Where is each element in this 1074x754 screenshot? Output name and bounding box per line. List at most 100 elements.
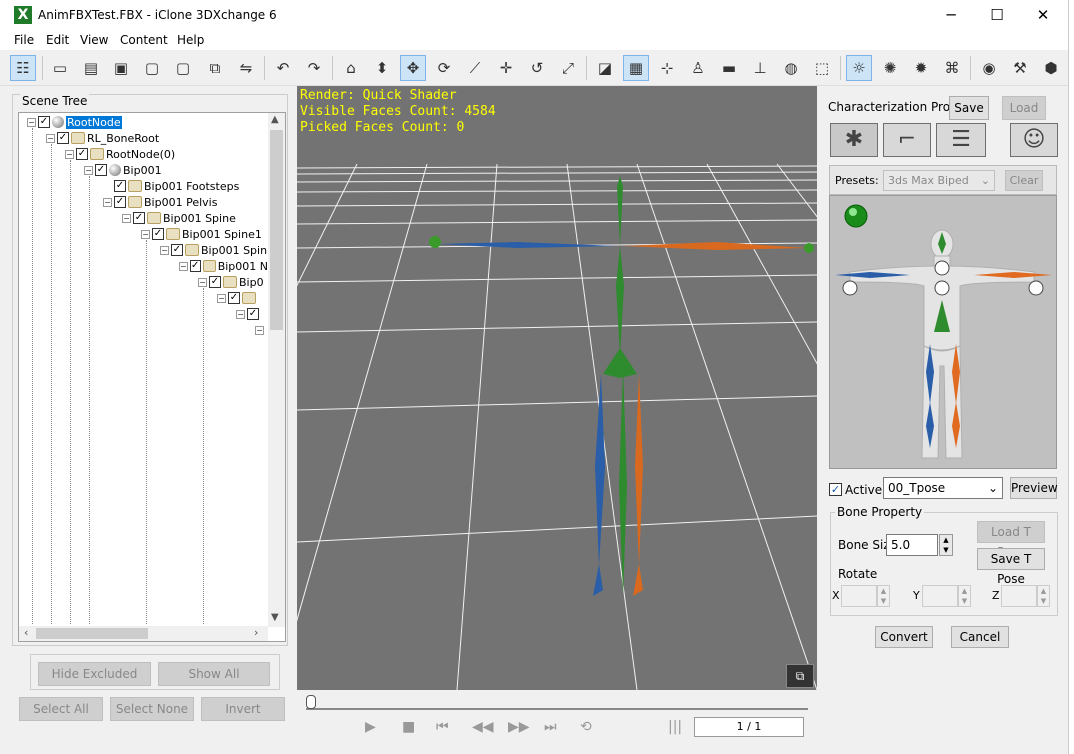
profile-load-button[interactable]: Load	[1002, 96, 1046, 120]
collapse-toggle[interactable]: −	[65, 149, 74, 159]
checkbox[interactable]: ✓	[171, 244, 183, 256]
light-icon[interactable]: ☼	[846, 55, 872, 81]
rotate-z-stepper[interactable]: ▲ ▼	[1037, 585, 1050, 607]
package-icon[interactable]: ⬢	[1038, 55, 1064, 81]
tree-node[interactable]: − ✓ Bip001 Spine1	[141, 226, 262, 242]
load-t-pose-button[interactable]: Load T Pose	[977, 521, 1045, 559]
open-folder-icon[interactable]: ▭	[47, 55, 73, 81]
collapse-toggle[interactable]: −	[141, 229, 150, 239]
rotate-icon[interactable]: ⟳	[431, 55, 457, 81]
sphere-icon[interactable]: ◍	[778, 55, 804, 81]
preview-button[interactable]: Preview	[1010, 477, 1058, 499]
collapse-toggle[interactable]: −	[46, 133, 55, 143]
scroll-down-icon[interactable]: ▼	[271, 612, 279, 623]
collapse-toggle[interactable]: −	[84, 165, 93, 175]
tree-node[interactable]: − ✓ Bip001 N	[179, 258, 268, 274]
checkbox[interactable]: ✓	[189, 260, 201, 272]
scale-icon[interactable]: ⤢	[555, 55, 581, 81]
face-icon[interactable]: ☺	[1010, 123, 1058, 157]
hide-excluded-button[interactable]: Hide Excluded	[38, 662, 151, 686]
rotate-y-stepper[interactable]: ▲ ▼	[958, 585, 971, 607]
select-none-button[interactable]: Select None	[110, 697, 194, 721]
foot-icon[interactable]: ⌐	[883, 123, 931, 157]
collapse-toggle[interactable]: −	[217, 293, 226, 303]
checkbox[interactable]: ✓	[57, 132, 69, 144]
biped-icon[interactable]: ✱	[830, 123, 878, 157]
scroll-left-icon[interactable]: ‹	[24, 626, 28, 639]
tree-node[interactable]: − ✓ Bip001 Spin	[160, 242, 268, 258]
tree-node[interactable]: − ✓ Bip0	[198, 274, 268, 290]
tree-node[interactable]: − ✓	[217, 290, 268, 306]
menu-file[interactable]: File	[14, 33, 34, 47]
sun-icon[interactable]: ✺	[877, 55, 903, 81]
checkbox[interactable]: ✓	[95, 164, 107, 176]
profile-save-button[interactable]: Save	[949, 96, 989, 120]
move-icon[interactable]: ✥	[400, 55, 426, 81]
close-button[interactable]: ✕	[1020, 0, 1066, 30]
show-all-button[interactable]: Show All	[158, 662, 270, 686]
bvh-icon[interactable]: ▢	[139, 55, 165, 81]
bone-size-stepper[interactable]: ▲ ▼	[939, 534, 953, 556]
timeline-track[interactable]	[306, 698, 808, 710]
maximize-button[interactable]: ☐	[974, 0, 1020, 30]
wireframe-icon[interactable]: ◪	[592, 55, 618, 81]
checkbox[interactable]: ✓	[114, 196, 126, 208]
checkbox[interactable]: ✓	[209, 276, 221, 288]
bone-icon[interactable]: ⟋	[462, 55, 488, 81]
scroll-right-icon[interactable]: ›	[254, 626, 258, 639]
tree-node[interactable]: − ✓ RootNode	[27, 114, 122, 130]
loop-icon[interactable]: ⟲	[580, 719, 592, 735]
checkbox[interactable]: ✓	[76, 148, 88, 160]
tree-node[interactable]: − ✓ Bip001 Pelvis	[103, 194, 217, 210]
ground-icon[interactable]: ⊥	[747, 55, 773, 81]
menu-content[interactable]: Content	[120, 33, 168, 47]
pan-icon[interactable]: ✛	[493, 55, 519, 81]
collapse-toggle[interactable]: −	[198, 277, 207, 287]
move-down-icon[interactable]: ⬍	[369, 55, 395, 81]
body-mapping-view[interactable]	[829, 195, 1057, 469]
frame-counter[interactable]: 1 / 1	[694, 717, 804, 737]
fbx-icon[interactable]: ▣	[108, 55, 134, 81]
scrollbar-thumb[interactable]	[36, 628, 148, 639]
checkbox[interactable]: ✓	[133, 212, 145, 224]
tree-view-icon[interactable]: ☷	[10, 55, 36, 81]
cancel-button[interactable]: Cancel	[951, 626, 1009, 648]
active-checkbox[interactable]: ✓	[829, 483, 842, 496]
museum-icon[interactable]: ⌘	[939, 55, 965, 81]
tree-node[interactable]: ✓ Bip001 Footsteps	[114, 178, 239, 194]
scroll-up-icon[interactable]: ▲	[271, 114, 279, 125]
collapse-toggle[interactable]: −	[255, 325, 264, 335]
menu-edit[interactable]: Edit	[46, 33, 69, 47]
fit-icon[interactable]: ⬚	[809, 55, 835, 81]
presets-select[interactable]: 3ds Max Biped ⌄	[883, 170, 995, 191]
rotate-y-input[interactable]	[922, 585, 958, 607]
play-icon[interactable]: ▶	[365, 719, 376, 735]
wrench-icon[interactable]: ⚒	[1007, 55, 1033, 81]
globe-icon[interactable]: ◉	[976, 55, 1002, 81]
grid-icon[interactable]: ▦	[623, 55, 649, 81]
rotate-z-input[interactable]	[1001, 585, 1037, 607]
checkbox[interactable]: ✓	[247, 308, 259, 320]
obj-icon[interactable]: ▢	[170, 55, 196, 81]
brightness-icon[interactable]: ✹	[908, 55, 934, 81]
tree-node[interactable]: − ✓ RootNode(0)	[65, 146, 175, 162]
3d-viewport[interactable]	[297, 86, 817, 690]
scrollbar-thumb[interactable]	[270, 130, 283, 330]
list-icon[interactable]: ☰	[936, 123, 986, 157]
export-icon[interactable]: ⧉	[202, 55, 228, 81]
collapse-toggle[interactable]: −	[236, 309, 245, 319]
import-icon[interactable]: ▤	[78, 55, 104, 81]
menu-view[interactable]: View	[80, 33, 108, 47]
home-icon[interactable]: ⌂	[338, 55, 364, 81]
menu-help[interactable]: Help	[177, 33, 204, 47]
select-all-button[interactable]: Select All	[19, 697, 103, 721]
convert-button[interactable]: Convert	[875, 626, 933, 648]
checkbox[interactable]: ✓	[228, 292, 240, 304]
convert-icon[interactable]: ⇋	[233, 55, 259, 81]
tree-node[interactable]: − ✓	[236, 306, 268, 322]
rotate-x-stepper[interactable]: ▲ ▼	[877, 585, 890, 607]
invert-button[interactable]: Invert	[201, 697, 285, 721]
collapse-toggle[interactable]: −	[103, 197, 112, 207]
restore-view-icon[interactable]: ⧉	[786, 664, 814, 688]
collapse-toggle[interactable]: −	[27, 117, 36, 127]
